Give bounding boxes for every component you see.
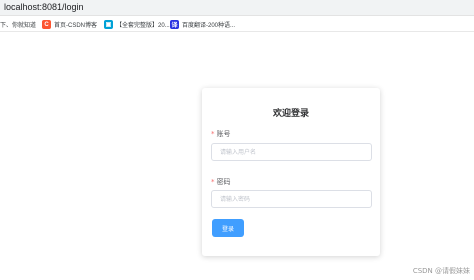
bookmark-bilibili[interactable]: ▣ 【全套完整版】20...: [104, 19, 170, 30]
login-card: 欢迎登录 *账号 *密码 登录: [202, 88, 380, 256]
password-input[interactable]: [211, 190, 372, 208]
login-button[interactable]: 登录: [212, 219, 244, 237]
csdn-icon: C: [42, 20, 51, 29]
password-label: * 密码: [211, 178, 231, 186]
baidu-translate-icon: 译: [170, 20, 179, 29]
bookmark-baidu-translate[interactable]: 译 百度翻译-200种语...: [170, 19, 235, 30]
bookmarks-bar: 下、你就知道 C 首页-CSDN博客 ▣ 【全套完整版】20... 译 百度翻译…: [0, 16, 474, 32]
required-marker: *: [211, 178, 215, 186]
bookmark-label: 首页-CSDN博客: [54, 23, 97, 29]
bookmark-baidu[interactable]: 下、你就知道: [0, 19, 36, 30]
bookmark-label: 下、你就知道: [0, 23, 37, 29]
bilibili-icon: ▣: [104, 20, 113, 29]
username-input[interactable]: [211, 143, 372, 161]
required-marker: *: [211, 130, 215, 138]
bookmark-label: 百度翻译-200种语...: [182, 23, 236, 29]
bookmark-label: 【全套完整版】20...: [116, 23, 170, 29]
watermark: CSDN @请假妹妹: [412, 267, 470, 275]
bookmark-csdn[interactable]: C 首页-CSDN博客: [42, 19, 97, 30]
url-text[interactable]: localhost:8081/login: [4, 2, 84, 12]
address-bar[interactable]: localhost:8081/login: [0, 0, 474, 16]
username-label: * 账号: [211, 130, 231, 138]
login-title: 欢迎登录: [272, 109, 309, 119]
